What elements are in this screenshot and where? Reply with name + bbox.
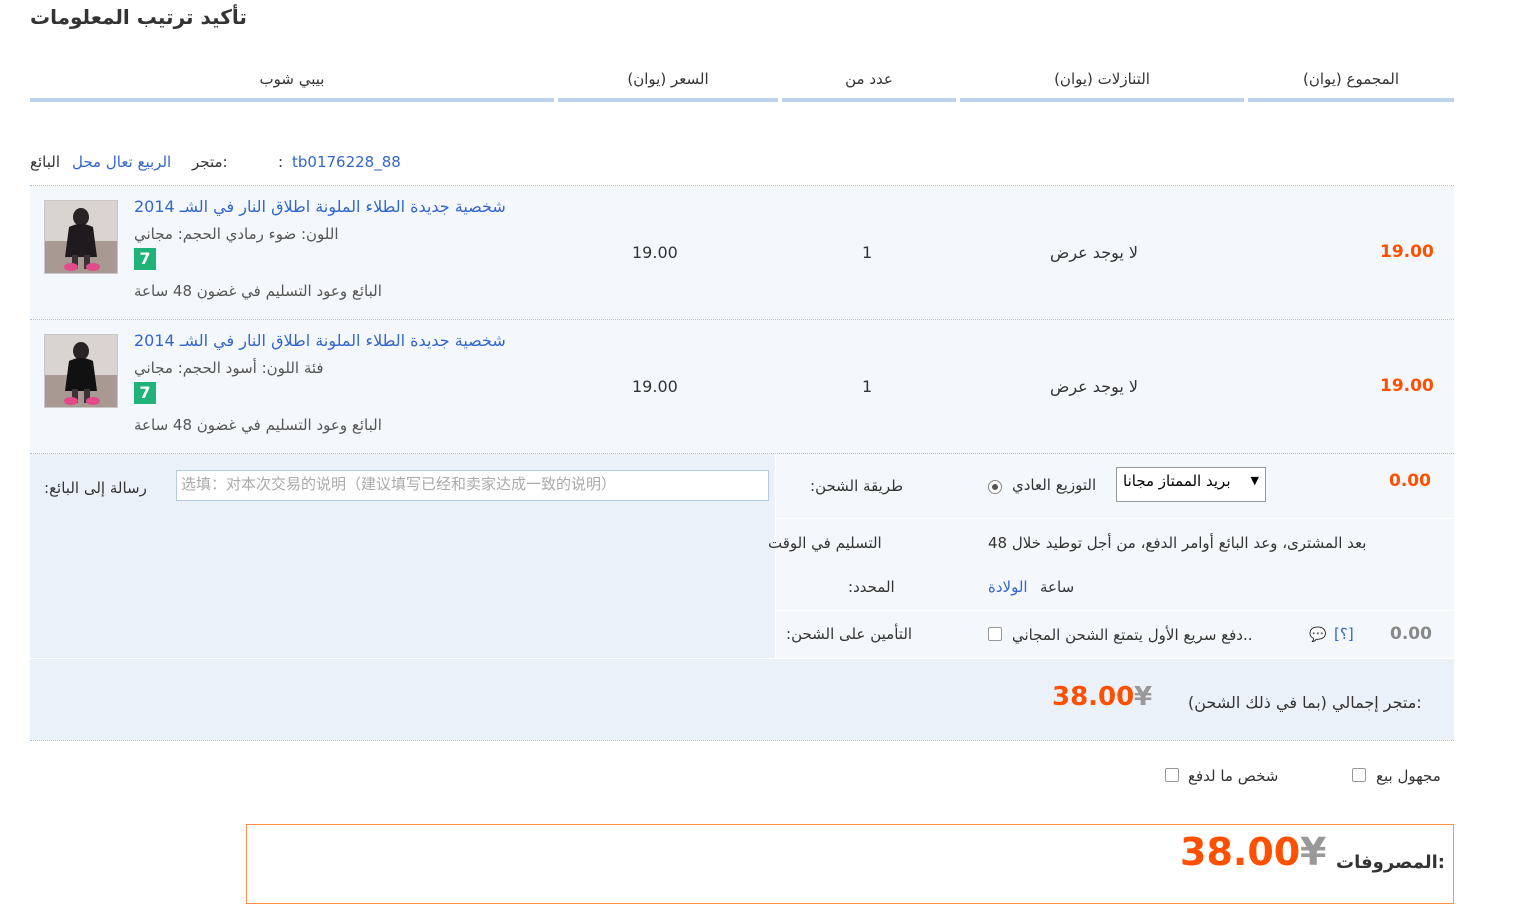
product-thumbnail[interactable] [44,200,118,274]
column-divider [30,98,554,102]
shipping-method-label: :طريقة الشحن [810,477,904,495]
item-quantity: 1 [862,377,873,396]
delivery-link[interactable]: الولادة [988,578,1028,596]
item-quantity: 1 [862,243,873,262]
item-total: 19.00 [1380,242,1434,262]
ontime-description-hours: ساعة [1040,578,1075,596]
store-total-label: متجر إجمالي (بما في ذلك الشحن): [1188,693,1422,712]
payment-currency: ¥ [1300,830,1327,874]
insurance-label: :التأمين على الشحن [786,625,913,643]
item-discount: لا يوجد عرض [1050,377,1139,396]
column-divider [558,98,778,102]
column-header-quantity: عدد من [845,70,893,88]
delivery-promise: البائع وعود التسليم في غضون 48 ساعة [134,416,382,434]
divider [30,740,1454,741]
store-total-amount: 38.00 [1052,682,1135,712]
seller-colon: : [278,153,284,171]
item-total: 19.00 [1380,376,1434,396]
product-photo-icon [45,335,117,407]
divider [776,518,1454,519]
column-header-product: بيبي شوب [259,70,325,88]
delivery-promise: البائع وعود التسليم في غضون 48 ساعة [134,282,382,300]
item-price: 19.00 [632,377,678,396]
product-thumbnail[interactable] [44,334,118,408]
divider [775,454,776,658]
message-to-seller-input[interactable]: 选填：对本次交易的说明（建议填写已经和卖家达成一致的说明） [176,470,769,501]
payment-label: المصروفات: [1336,852,1445,873]
store-name-link[interactable]: الربيع تعال محل [72,153,171,171]
ontime-label: التسليم في الوقت [768,534,882,552]
page-title: تأكيد ترتيب المعلومات [30,5,247,29]
column-header-price: (السعر (يوان [627,70,709,88]
anonymous-checkbox[interactable] [1352,768,1366,782]
column-divider [960,98,1244,102]
product-title-link[interactable]: شخصية جديدة الطلاء الملونة اطلاق النار ف… [134,197,506,216]
item-discount: لا يوجد عرض [1050,243,1139,262]
shipping-radio[interactable] [988,480,1002,494]
column-header-total: (المجموع (يوان [1302,70,1400,88]
column-divider [1248,98,1454,102]
item-price: 19.00 [632,243,678,262]
shipping-select-value: بريد الممتاز مجانا [1123,472,1231,490]
product-photo-icon [45,201,117,273]
chat-icon[interactable]: 💬 [1309,627,1326,643]
column-divider [782,98,956,102]
anonymous-label: مجهول بيع [1376,767,1441,785]
shipping-radio-label: التوزيع العادي [1012,476,1097,494]
product-attributes: فئة اللون: أسود الحجم: مجاني [134,359,324,377]
message-label: :رسالة إلى البائع [44,479,147,497]
divider [776,610,1454,611]
seven-day-return-badge: 7 [134,248,156,270]
shipping-cost: 0.00 [1389,471,1431,491]
seven-day-return-badge: 7 [134,382,156,404]
chevron-down-icon: ▼ [1250,474,1259,487]
insurance-checkbox[interactable] [988,627,1002,641]
store-total-currency: ¥ [1134,682,1153,712]
pay-for-other-checkbox[interactable] [1165,768,1179,782]
pay-for-other-label: شخص ما لدفع [1188,767,1279,785]
divider [30,658,1454,659]
payment-amount: 38.00 [1180,830,1301,874]
product-title-link[interactable]: شخصية جديدة الطلاء الملونة اطلاق النار ف… [134,331,506,350]
insurance-text: دفع سريع الأول يتمتع الشحن المجاني.. [1012,626,1253,644]
insurance-help-link[interactable]: [؟] [1334,625,1354,643]
shipping-select[interactable]: بريد الممتاز مجانا ▼ [1116,467,1266,502]
store-prefix: متجر: [192,153,228,171]
seller-label: البائع [30,153,60,171]
ontime-description: بعد المشترى، وعد البائع أوامر الدفع، من … [988,534,1367,552]
column-header-discounts: (التنازلات (يوان [1054,70,1150,88]
ontime-label-cont: :المحدد [848,578,895,596]
product-attributes: اللون: ضوء رمادي الحجم: مجاني [134,225,339,243]
seller-id-link[interactable]: tb0176228_88 [292,153,401,171]
insurance-cost: 0.00 [1390,624,1432,644]
